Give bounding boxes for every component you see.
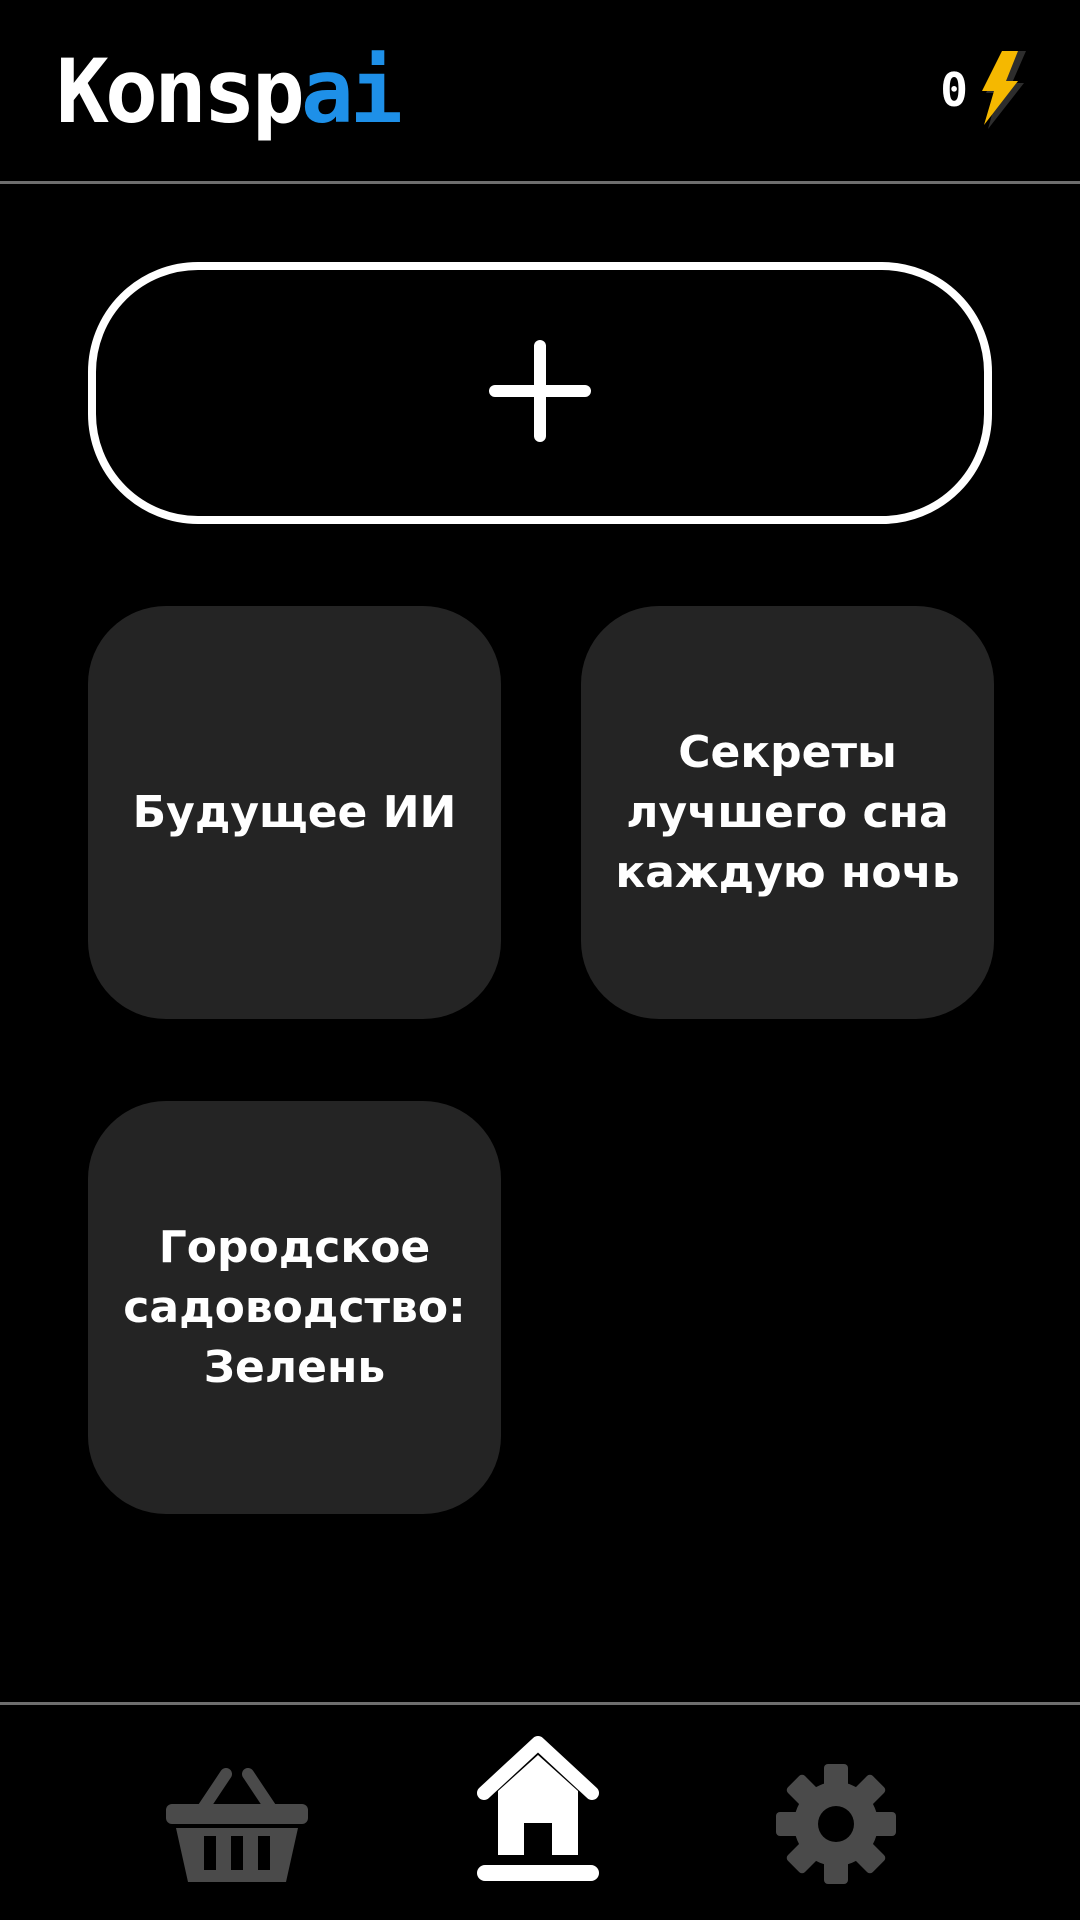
- logo-main-text: Konsp: [56, 40, 305, 143]
- bottom-navigation: [0, 1702, 1080, 1920]
- note-card-title: Будущее ИИ: [132, 786, 457, 838]
- app-header: Konspai 0: [0, 0, 1080, 184]
- home-icon: [476, 1736, 600, 1863]
- note-card[interactable]: Городское садоводство: Зелень: [88, 1101, 501, 1514]
- basket-icon: [164, 1768, 310, 1892]
- energy-count: 0: [940, 63, 968, 117]
- note-card[interactable]: Секреты лучшего сна каждую ночь: [581, 606, 994, 1019]
- gear-icon: [774, 1764, 898, 1890]
- nav-home-button[interactable]: [476, 1735, 600, 1863]
- app-logo: Konspai: [56, 40, 403, 143]
- lightning-icon: [978, 49, 1030, 131]
- plus-icon: [485, 336, 595, 450]
- note-card[interactable]: Будущее ИИ: [88, 606, 501, 1019]
- app-screen: Konspai 0 Будущее ИИ Секреты лучшего сна…: [0, 0, 1080, 1920]
- energy-balance[interactable]: 0: [940, 50, 1030, 130]
- note-card-title: Секреты лучшего сна каждую ночь: [615, 726, 960, 898]
- nav-settings-button[interactable]: [774, 1762, 898, 1890]
- logo-accent-text: ai: [300, 40, 403, 143]
- active-tab-indicator: [477, 1865, 599, 1881]
- nav-basket-button[interactable]: [164, 1768, 310, 1892]
- note-card-title: Городское садоводство: Зелень: [123, 1221, 466, 1393]
- create-new-button[interactable]: [88, 262, 992, 524]
